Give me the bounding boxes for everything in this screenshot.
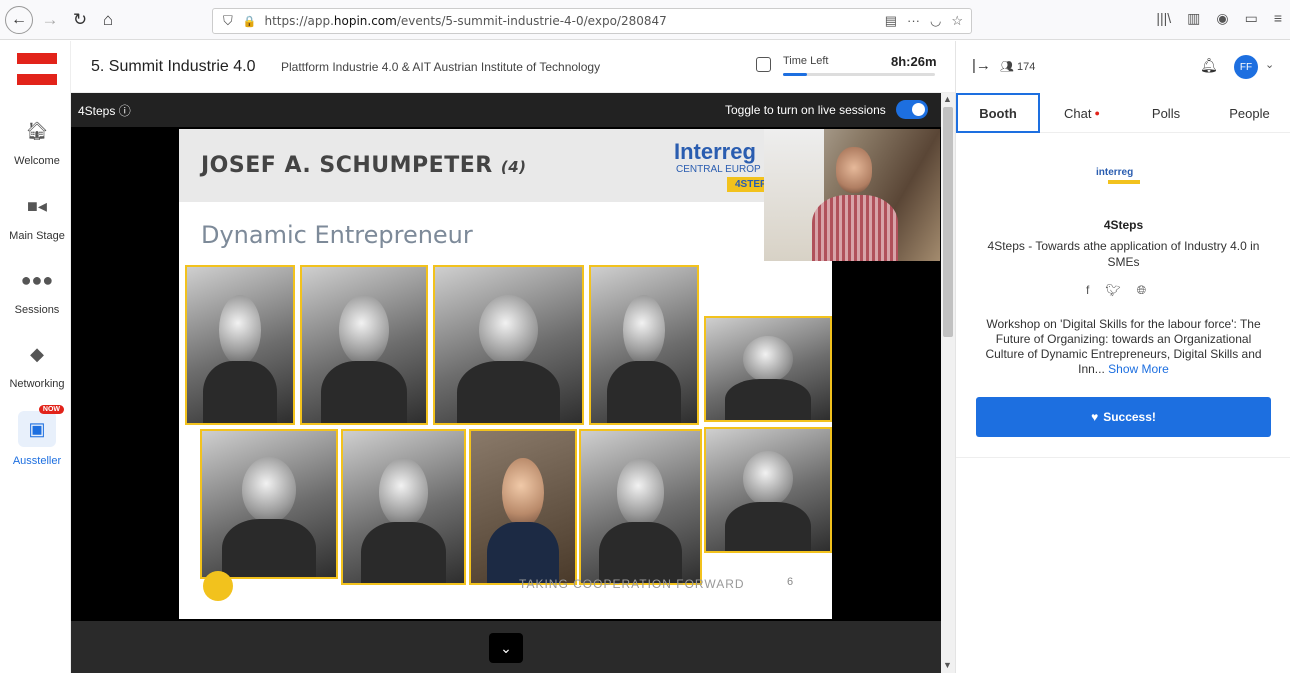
menu-icon[interactable]: ≡	[1274, 10, 1282, 27]
back-arrow-icon[interactable]: ←	[5, 5, 33, 34]
booth-subtitle: 4Steps - Towards athe application of Ind…	[987, 239, 1260, 269]
panel-tabs: Booth Chat ● Polls People	[956, 93, 1290, 133]
tab-people[interactable]: People	[1208, 93, 1290, 133]
live-sessions-toggle[interactable]	[896, 100, 928, 119]
sidebar-toggle-icon[interactable]: ▥	[1187, 10, 1200, 27]
scroll-down-icon[interactable]: ▼	[943, 660, 952, 670]
globe-icon[interactable]: 🌐︎	[1137, 283, 1147, 298]
home-icon: 🏠︎	[25, 121, 49, 141]
sidebar-item-networking[interactable]: ◆ Networking	[0, 344, 74, 390]
show-more-link[interactable]: Show More	[1108, 362, 1169, 376]
home-button-icon[interactable]: ⌂	[95, 7, 121, 33]
slide-title: JOSEF A. SCHUMPETER (4)	[201, 153, 527, 178]
lock-icon: 🔒	[242, 15, 257, 28]
tab-chat[interactable]: Chat ●	[1040, 93, 1124, 133]
booth-icon: ▣ NOW	[18, 405, 64, 447]
presentation-slide: JOSEF A. SCHUMPETER (4) Interreg CENTRAL…	[179, 129, 832, 619]
address-bar[interactable]: ⛉ 🔒 https://app.hopin.com/events/5-summi…	[212, 8, 972, 34]
facebook-icon[interactable]: f	[1086, 283, 1089, 298]
event-sidebar: 🏠︎ Welcome ■◂ Main Stage ●●● Sessions ◆ …	[0, 41, 71, 673]
browser-toolbar: ← → ↻ ⌂ ⛉ 🔒 https://app.hopin.com/events…	[0, 0, 1290, 40]
exit-arrow-icon[interactable]: |→	[972, 57, 991, 74]
interreg-logo-subtitle: CENTRAL EUROP	[676, 164, 761, 175]
tab-booth[interactable]: Booth	[956, 93, 1040, 133]
event-title: 5. Summit Industrie 4.0	[91, 58, 256, 75]
people-icon: 👥︎	[1000, 61, 1014, 73]
booth-video-stage: 4Steps ⓘ Toggle to turn on live sessions…	[71, 93, 941, 673]
interreg-logo: Interreg	[674, 139, 756, 164]
portrait-image	[589, 265, 699, 425]
now-badge: NOW	[38, 405, 64, 414]
slide-subtitle: Dynamic Entrepreneur	[201, 221, 473, 249]
stage-toolbar: 4Steps ⓘ Toggle to turn on live sessions	[71, 93, 941, 127]
scroll-up-icon[interactable]: ▲	[943, 94, 952, 104]
unread-dot: ●	[1094, 108, 1100, 118]
account-icon[interactable]: ◉	[1216, 10, 1228, 27]
slide-footer: TAKING COOPERATION FORWARD	[519, 577, 745, 591]
heart-icon: ♥	[1091, 410, 1099, 424]
time-left-value: 8h:26m	[891, 54, 937, 69]
booth-title: 4Steps	[1103, 218, 1144, 232]
success-button[interactable]: ♥ Success!	[976, 397, 1271, 437]
portrait-image	[185, 265, 295, 425]
booth-description: Workshop on 'Digital Skills for the labo…	[985, 317, 1262, 376]
stage-booth-name[interactable]: 4Steps ⓘ	[78, 102, 131, 119]
bell-icon[interactable]: 🔔︎	[1200, 57, 1218, 74]
sidebar-item-sessions[interactable]: ●●● Sessions	[0, 270, 74, 316]
extension-icon[interactable]: ▭	[1245, 10, 1258, 27]
slide-badge-icon	[203, 571, 233, 601]
more-actions-icon[interactable]: ···	[907, 13, 920, 29]
sidebar-item-aussteller[interactable]: ▣ NOW Aussteller	[0, 405, 74, 467]
video-camera-icon: ■◂	[27, 196, 47, 216]
booth-side-panel: |→ 👥︎ 174 🔔︎ FF ⌄ Booth Chat ● Polls Peop…	[955, 41, 1290, 673]
stage-bottom-bar: ⌄	[71, 621, 941, 673]
people-group-icon: ●●●	[20, 270, 54, 290]
url-text: https://app.hopin.com/events/5-summit-in…	[264, 14, 667, 28]
tab-polls[interactable]: Polls	[1124, 93, 1208, 133]
pocket-icon[interactable]: ◡	[930, 13, 941, 29]
portrait-image	[200, 429, 338, 579]
bookmark-star-icon[interactable]: ☆	[951, 13, 963, 29]
presenter-webcam	[764, 129, 940, 261]
shield-icon: ⛉	[223, 13, 233, 28]
twitter-icon[interactable]: 🐦︎	[1105, 283, 1120, 298]
handshake-icon: ◆	[30, 344, 44, 364]
portrait-image	[704, 427, 832, 553]
info-icon[interactable]: ⓘ	[119, 104, 131, 118]
sidebar-item-welcome[interactable]: 🏠︎ Welcome	[0, 121, 74, 167]
event-header: 5. Summit Industrie 4.0 Plattform Indust…	[71, 41, 955, 93]
event-logo-austria-flag	[17, 53, 57, 85]
library-icon[interactable]: |||\	[1156, 10, 1171, 27]
avatar[interactable]: FF	[1234, 55, 1258, 79]
chevron-down-icon[interactable]: ⌄	[489, 633, 523, 663]
event-organizer: Plattform Industrie 4.0 & AIT Austrian I…	[281, 60, 601, 74]
portrait-image	[469, 429, 577, 585]
time-progress-fill	[783, 73, 808, 76]
time-left-label: Time Left	[783, 55, 829, 67]
slide-page-number: 6	[787, 576, 794, 588]
chevron-down-icon[interactable]: ⌄	[1265, 58, 1274, 71]
booth-logo: interreg	[1096, 167, 1152, 195]
time-progress-bar	[783, 73, 935, 76]
reader-view-icon[interactable]: ▤	[885, 13, 897, 29]
attendee-count: 👥︎ 174	[1000, 61, 1036, 73]
sidebar-item-main-stage[interactable]: ■◂ Main Stage	[0, 196, 74, 242]
portrait-image	[341, 429, 466, 585]
calendar-icon[interactable]	[756, 57, 771, 72]
social-links: f 🐦︎ 🌐︎	[1086, 283, 1146, 298]
forward-arrow-icon[interactable]: →	[37, 7, 63, 33]
portrait-image	[579, 429, 702, 585]
reload-icon[interactable]: ↻	[67, 7, 93, 33]
scrollbar-thumb[interactable]	[943, 107, 953, 337]
portrait-image	[300, 265, 428, 425]
portrait-image	[704, 316, 832, 422]
live-sessions-toggle-label: Toggle to turn on live sessions	[725, 103, 886, 117]
portrait-image	[433, 265, 584, 425]
stage-scrollbar[interactable]: ▲ ▼	[941, 93, 955, 673]
